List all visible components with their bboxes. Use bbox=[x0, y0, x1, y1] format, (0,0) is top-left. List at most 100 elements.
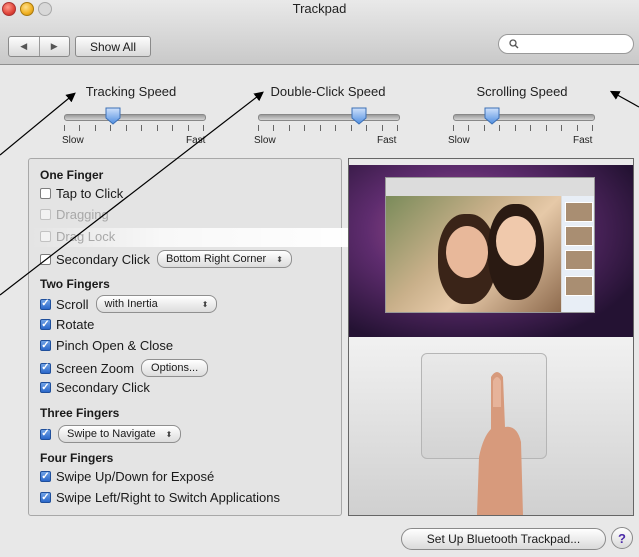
slider-track[interactable] bbox=[453, 114, 595, 121]
screen-zoom-checkbox[interactable] bbox=[40, 362, 51, 374]
scroll-checkbox[interactable] bbox=[40, 298, 51, 310]
scrolling-slow-label: Slow bbox=[448, 135, 470, 146]
preview-app-window bbox=[385, 177, 595, 313]
gesture-options-panel: One Finger Tap to Click Dragging Drag Lo… bbox=[28, 158, 365, 516]
slider-track[interactable] bbox=[258, 114, 400, 121]
tap-to-click-row[interactable]: Tap to Click bbox=[40, 186, 123, 201]
slider-tick bbox=[351, 125, 352, 131]
swipe-to-navigate-popup[interactable]: Swipe to Navigate ⬍ bbox=[58, 425, 182, 443]
help-button[interactable]: ? bbox=[611, 527, 633, 549]
preview-photo bbox=[386, 196, 561, 312]
screen-zoom-options-button[interactable]: Options... bbox=[141, 359, 209, 377]
double-click-fast-label: Fast bbox=[377, 135, 397, 146]
nav-buttons: ◀ ▶ bbox=[8, 36, 70, 57]
one-finger-secondary-click-label: Secondary Click bbox=[56, 251, 150, 267]
rotate-row[interactable]: Rotate bbox=[40, 317, 94, 332]
two-finger-secondary-click-checkbox[interactable] bbox=[40, 382, 51, 393]
drag-lock-checkbox bbox=[40, 231, 51, 242]
scrolling-speed-slider-group: Scrolling Speed bbox=[452, 84, 592, 99]
forward-button[interactable]: ▶ bbox=[38, 37, 70, 56]
preview-trackpad-area bbox=[349, 337, 633, 515]
scroll-row[interactable]: Scroll with Inertia ⬍ bbox=[40, 295, 218, 313]
slider-ticks bbox=[453, 125, 593, 131]
slider-tick bbox=[561, 125, 562, 131]
tap-to-click-checkbox[interactable] bbox=[40, 188, 51, 199]
slider-tick bbox=[273, 125, 274, 131]
slider-tick bbox=[397, 125, 398, 131]
slider-tick bbox=[382, 125, 383, 131]
slider-tick bbox=[453, 125, 454, 131]
scrolling-fast-label: Fast bbox=[573, 135, 593, 146]
preview-screen bbox=[349, 159, 633, 337]
tracking-slow-label: Slow bbox=[62, 135, 84, 146]
slider-tick bbox=[304, 125, 305, 131]
slider-tick bbox=[203, 125, 204, 131]
secondary-click-corner-popup[interactable]: Bottom Right Corner ⬍ bbox=[156, 250, 292, 268]
swipe-updown-label: Swipe Up/Down for Exposé bbox=[56, 469, 215, 484]
pinch-checkbox[interactable] bbox=[40, 340, 51, 351]
tracking-speed-slider-group: Tracking Speed bbox=[61, 84, 201, 99]
tracking-speed-label: Tracking Speed bbox=[85, 84, 177, 99]
slider-knob[interactable] bbox=[351, 107, 367, 125]
slider-ticks bbox=[258, 125, 398, 131]
search-icon bbox=[509, 39, 519, 49]
swipe-leftright-row[interactable]: Swipe Left/Right to Switch Applications bbox=[40, 490, 280, 505]
search-field[interactable] bbox=[498, 34, 634, 54]
dragging-label: Dragging bbox=[56, 207, 109, 222]
title-bar: Trackpad ◀ ▶ Show All bbox=[0, 0, 639, 65]
slider-ticks bbox=[64, 125, 204, 131]
slider-tick bbox=[320, 125, 321, 131]
double-click-speed-slider-group: Double-Click Speed bbox=[258, 84, 398, 99]
preview-menubar bbox=[349, 159, 633, 165]
scrolling-speed-label: Scrolling Speed bbox=[476, 84, 568, 99]
three-finger-swipe-checkbox[interactable] bbox=[40, 428, 51, 440]
popup-arrows-icon: ⬍ bbox=[276, 254, 283, 264]
slider-track[interactable] bbox=[64, 114, 206, 121]
slider-tick bbox=[484, 125, 485, 131]
screen-zoom-row[interactable]: Screen Zoom Options... bbox=[40, 359, 209, 377]
swipe-updown-row[interactable]: Swipe Up/Down for Exposé bbox=[40, 469, 214, 484]
slider-tick bbox=[79, 125, 80, 131]
dragging-row: Dragging bbox=[40, 207, 109, 222]
drag-lock-row: Drag Lock bbox=[40, 229, 115, 244]
three-finger-swipe-row[interactable]: Swipe to Navigate ⬍ bbox=[40, 425, 182, 443]
two-finger-secondary-click-label: Secondary Click bbox=[56, 380, 150, 395]
slider-tick bbox=[172, 125, 173, 131]
slider-tick bbox=[577, 125, 578, 131]
set-up-bluetooth-trackpad-button[interactable]: Set Up Bluetooth Trackpad... bbox=[401, 528, 606, 550]
two-fingers-heading: Two Fingers bbox=[40, 277, 110, 291]
scroll-inertia-popup[interactable]: with Inertia ⬍ bbox=[95, 295, 218, 313]
one-finger-secondary-click-row[interactable]: Secondary Click Bottom Right Corner ⬍ bbox=[40, 250, 292, 268]
gesture-preview-video bbox=[348, 158, 634, 516]
swipe-updown-checkbox[interactable] bbox=[40, 471, 51, 482]
tracking-speed-slider[interactable] bbox=[64, 107, 206, 138]
swipe-to-navigate-value: Swipe to Navigate bbox=[67, 428, 156, 440]
slider-knob[interactable] bbox=[484, 107, 500, 125]
slider-tick bbox=[366, 125, 367, 131]
pinch-row[interactable]: Pinch Open & Close bbox=[40, 338, 173, 353]
popup-arrows-icon: ⬍ bbox=[165, 429, 173, 439]
show-all-button[interactable]: Show All bbox=[75, 36, 151, 57]
scrolling-speed-slider[interactable] bbox=[453, 107, 595, 138]
tracking-fast-label: Fast bbox=[186, 135, 206, 146]
forward-arrow-icon: ▶ bbox=[50, 41, 58, 51]
one-finger-heading: One Finger bbox=[40, 168, 104, 182]
scroll-inertia-value: with Inertia bbox=[104, 298, 158, 310]
popup-arrows-icon: ⬍ bbox=[201, 299, 209, 309]
slider-knob[interactable] bbox=[105, 107, 121, 125]
slider-tick bbox=[126, 125, 127, 131]
slider-tick bbox=[188, 125, 189, 131]
swipe-leftright-label: Swipe Left/Right to Switch Applications bbox=[56, 490, 281, 505]
search-input[interactable] bbox=[523, 37, 627, 51]
swipe-leftright-checkbox[interactable] bbox=[40, 492, 51, 503]
trackpad-preferences-window: Trackpad ◀ ▶ Show All Tracking Speed Dou… bbox=[0, 0, 639, 557]
double-click-speed-slider[interactable] bbox=[258, 107, 400, 138]
slider-tick bbox=[530, 125, 531, 131]
four-fingers-heading: Four Fingers bbox=[40, 451, 114, 465]
back-button[interactable]: ◀ bbox=[9, 37, 39, 56]
rotate-checkbox[interactable] bbox=[40, 319, 51, 330]
two-finger-secondary-click-row[interactable]: Secondary Click bbox=[40, 380, 150, 395]
one-finger-secondary-click-checkbox[interactable] bbox=[40, 253, 51, 265]
slider-tick bbox=[64, 125, 65, 131]
preview-thumbnails bbox=[562, 196, 594, 312]
